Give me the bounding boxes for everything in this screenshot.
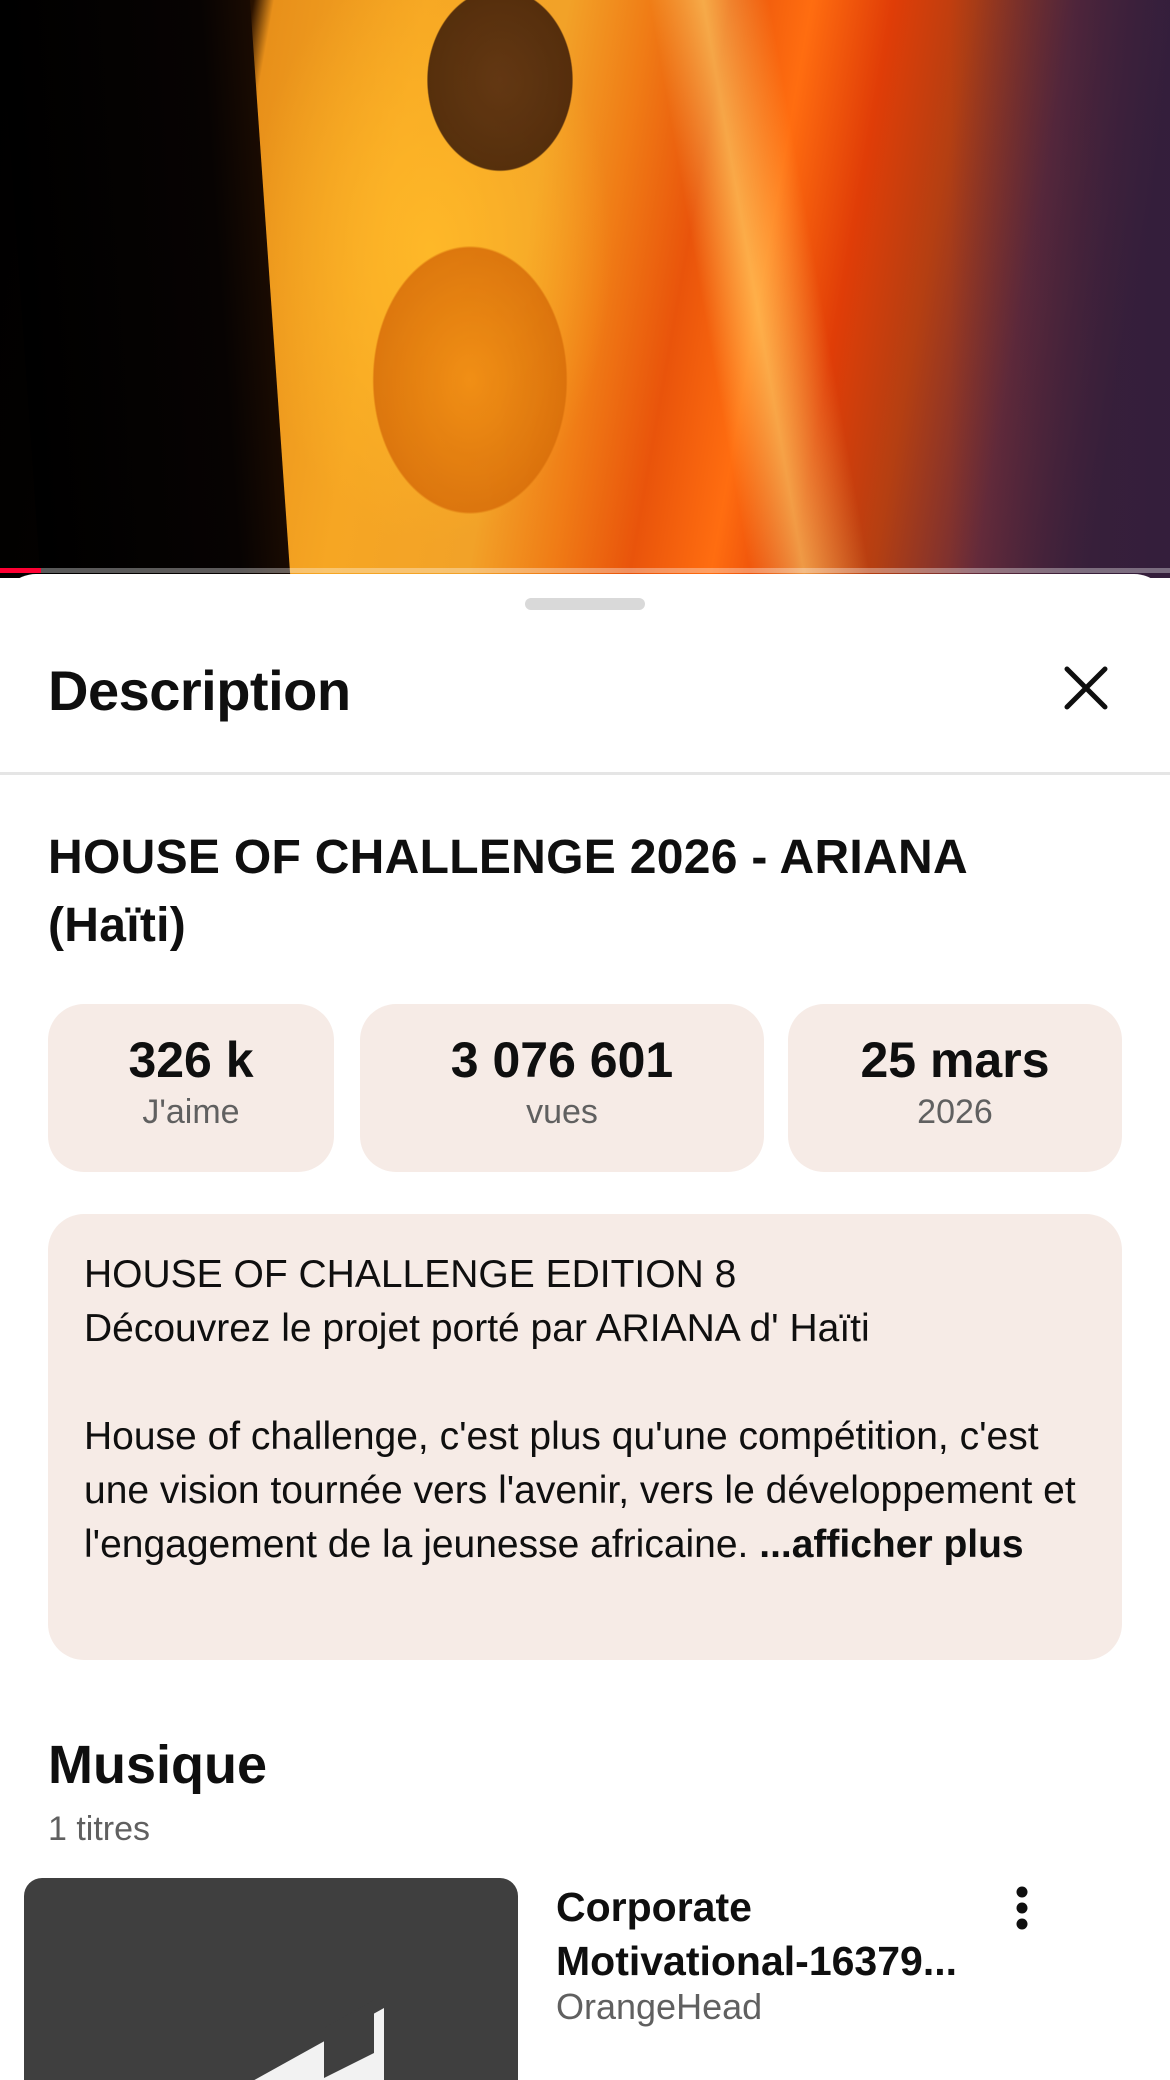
video-frame-figure <box>300 0 640 578</box>
publish-date: 25 mars <box>860 1032 1050 1088</box>
show-more-link[interactable]: ...afficher plus <box>759 1523 1023 1566</box>
video-progress-bar[interactable] <box>0 568 1170 573</box>
stats-row: 326 k J'aime 3 076 601 vues 25 mars 2026 <box>0 1004 1170 1172</box>
video-frame-light-streak <box>649 0 871 578</box>
views-stat: 3 076 601 vues <box>360 1004 764 1172</box>
video-title: HOUSE OF CHALLENGE 2026 - ARIANA (Haïti) <box>48 831 967 952</box>
video-frame-shadow <box>950 0 1170 578</box>
sheet-header: Description <box>0 634 1170 744</box>
publish-year: 2026 <box>917 1093 993 1131</box>
views-count: 3 076 601 <box>450 1032 674 1088</box>
sheet-title: Description <box>48 659 351 722</box>
description-text-box[interactable]: HOUSE OF CHALLENGE EDITION 8 Découvrez l… <box>48 1214 1122 1660</box>
description-paragraph: House of challenge, c'est plus qu'une co… <box>84 1410 1086 1572</box>
views-label: vues <box>526 1093 598 1131</box>
drag-handle[interactable] <box>525 598 645 610</box>
close-icon <box>1064 666 1108 710</box>
video-frame-dark-panel <box>0 0 291 578</box>
video-player[interactable] <box>0 0 1170 578</box>
likes-count: 326 k <box>128 1032 254 1088</box>
description-line: Découvrez le projet porté par ARIANA d' … <box>84 1307 870 1350</box>
music-section-title: Musique <box>48 1735 268 1795</box>
likes-stat: 326 k J'aime <box>48 1004 334 1172</box>
date-stat: 25 mars 2026 <box>788 1004 1122 1172</box>
more-vert-icon <box>1016 1886 1028 1930</box>
description-sheet: Description HOUSE OF CHALLENGE 2026 - AR… <box>0 574 1170 2080</box>
track-thumbnail[interactable] <box>24 1878 518 2080</box>
description-line: HOUSE OF CHALLENGE EDITION 8 <box>84 1253 737 1296</box>
likes-label: J'aime <box>142 1093 240 1131</box>
close-button[interactable] <box>1056 658 1116 718</box>
music-track-count: 1 titres <box>48 1810 151 1848</box>
music-note-icon <box>254 2000 384 2080</box>
track-title[interactable]: Corporate Motivational-16379... <box>556 1880 996 1988</box>
header-divider <box>0 772 1170 775</box>
track-artist[interactable]: OrangeHead <box>556 1986 762 2028</box>
video-progress-fill <box>0 568 41 573</box>
track-more-button[interactable] <box>1002 1878 1042 1938</box>
